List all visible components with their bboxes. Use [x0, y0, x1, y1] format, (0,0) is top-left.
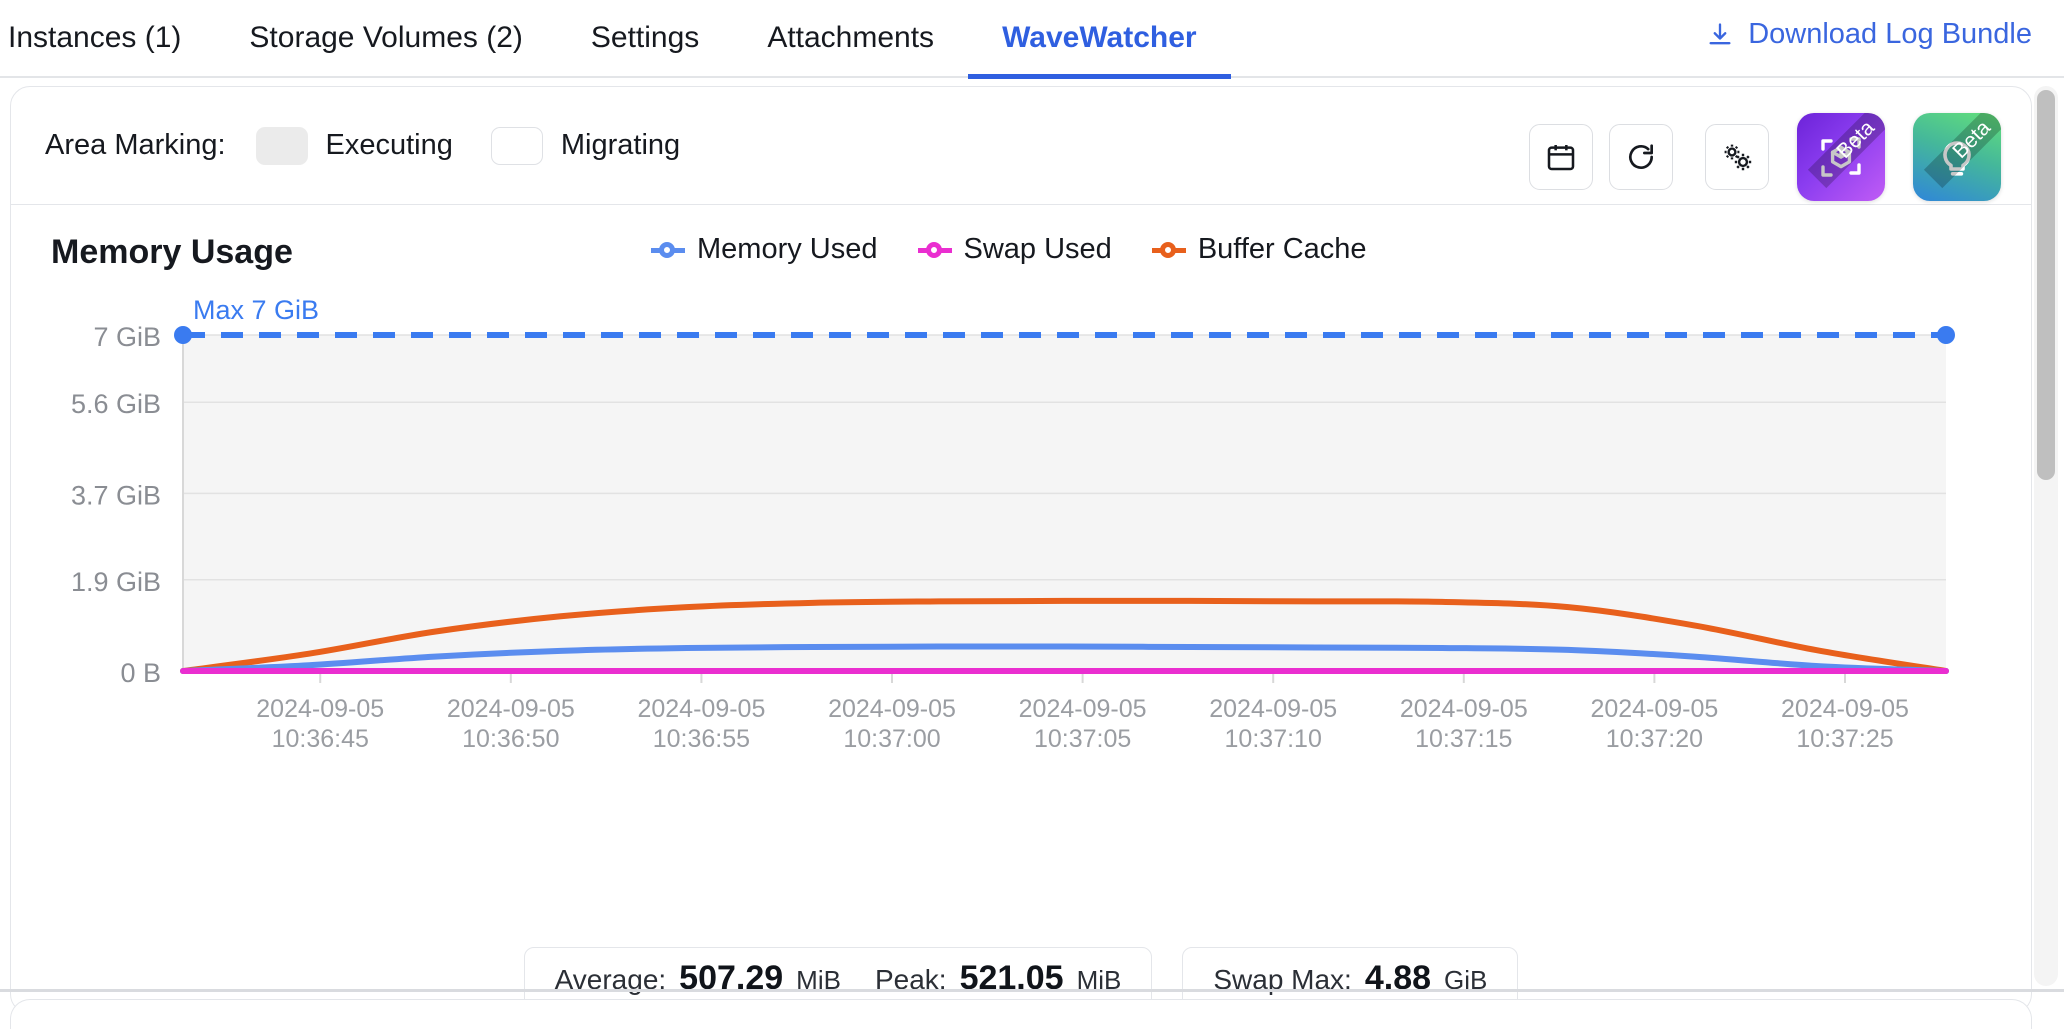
legend-label: Memory Used — [697, 233, 878, 265]
svg-text:3.7 GiB: 3.7 GiB — [71, 480, 161, 510]
tab-attachments[interactable]: Attachments — [733, 0, 968, 77]
svg-text:10:36:55: 10:36:55 — [653, 725, 750, 753]
tab-wavewatcher[interactable]: WaveWatcher — [968, 0, 1231, 79]
calendar-button[interactable] — [1529, 124, 1593, 190]
next-section-card — [10, 999, 2032, 1029]
svg-text:10:37:10: 10:37:10 — [1225, 725, 1322, 753]
svg-text:1.9 GiB: 1.9 GiB — [71, 567, 161, 597]
refresh-icon — [1629, 144, 1653, 169]
calendar-icon — [1547, 145, 1575, 171]
tab-label: Instances (1) — [8, 21, 182, 54]
page-scrollbar-thumb[interactable] — [2037, 90, 2055, 480]
legend-item-memory-used[interactable]: Memory Used — [651, 233, 878, 266]
lightbulb-icon — [1943, 141, 1971, 176]
migrating-color-swatch[interactable] — [490, 126, 543, 165]
download-log-bundle-button[interactable]: Download Log Bundle — [1706, 18, 2032, 51]
svg-text:10:37:20: 10:37:20 — [1606, 725, 1703, 753]
svg-text:10:36:50: 10:36:50 — [462, 725, 559, 753]
tab-instances[interactable]: Instances (1) — [0, 0, 215, 77]
tab-label: Settings — [590, 21, 700, 54]
svg-text:2024-09-05: 2024-09-05 — [1209, 695, 1337, 723]
settings-button[interactable] — [1705, 124, 1769, 190]
chart-svg: 7 GiB 5.6 GiB 3.7 GiB 1.9 GiB 0 B Max 7 GiB 20… — [71, 295, 1955, 753]
settings-gears-icon — [1724, 144, 1752, 171]
executing-label: Executing — [325, 129, 453, 161]
svg-text:2024-09-05: 2024-09-05 — [1400, 695, 1528, 723]
executing-color-swatch[interactable] — [255, 126, 308, 165]
legend-item-buffer-cache[interactable]: Buffer Cache — [1151, 233, 1367, 266]
tab-label: Attachments — [767, 21, 935, 54]
svg-text:2024-09-05: 2024-09-05 — [1781, 695, 1909, 723]
svg-text:10:36:45: 10:36:45 — [272, 725, 369, 753]
svg-text:2024-09-05: 2024-09-05 — [1019, 695, 1147, 723]
tab-label: WaveWatcher — [1002, 21, 1197, 54]
area-marking-label: Area Marking: — [45, 129, 226, 161]
legend-marker — [1151, 241, 1186, 259]
area-marking-migrating[interactable]: Migrating — [490, 126, 681, 165]
download-icon — [1709, 22, 1731, 44]
download-log-bundle-label: Download Log Bundle — [1748, 18, 2032, 50]
area-marking-executing[interactable]: Executing — [255, 126, 453, 165]
chart-legend: Memory Used Swap Used Buffer Cache — [651, 233, 1367, 266]
chart-toolbar: Beta Beta — [1513, 113, 2001, 201]
svg-text:7 GiB: 7 GiB — [93, 322, 161, 352]
section-divider — [0, 989, 2064, 992]
svg-text:Max 7 GiB: Max 7 GiB — [193, 295, 319, 325]
svg-text:2024-09-05: 2024-09-05 — [256, 695, 384, 723]
svg-text:10:37:15: 10:37:15 — [1415, 725, 1512, 753]
tab-settings[interactable]: Settings — [557, 0, 733, 77]
svg-text:10:37:25: 10:37:25 — [1796, 725, 1893, 753]
chart-header: Memory Usage Memory Used Swap Used Buffe… — [11, 205, 2031, 283]
svg-text:2024-09-05: 2024-09-05 — [447, 695, 575, 723]
chart-plot-area[interactable]: 7 GiB 5.6 GiB 3.7 GiB 1.9 GiB 0 B Max 7 GiB 20… — [11, 283, 2031, 883]
memory-usage-chart-panel: Memory Usage Memory Used Swap Used Buffe… — [11, 205, 2031, 885]
svg-text:2024-09-05: 2024-09-05 — [637, 695, 765, 723]
svg-text:0 B: 0 B — [120, 658, 161, 688]
svg-text:10:37:00: 10:37:00 — [843, 725, 940, 753]
legend-item-swap-used[interactable]: Swap Used — [917, 233, 1112, 266]
svg-text:2024-09-05: 2024-09-05 — [1590, 695, 1718, 723]
wavewatcher-panel: Area Marking: Executing Migrating Beta B… — [10, 86, 2032, 1014]
3d-cube-scan-icon — [1821, 137, 1861, 177]
legend-label: Swap Used — [963, 233, 1112, 265]
legend-marker — [917, 241, 952, 259]
migrating-label: Migrating — [560, 129, 681, 161]
legend-label: Buffer Cache — [1197, 233, 1367, 265]
refresh-button[interactable] — [1609, 124, 1673, 190]
3d-cube-scan-button[interactable]: Beta — [1797, 113, 1885, 201]
svg-text:2024-09-05: 2024-09-05 — [828, 695, 956, 723]
legend-marker — [651, 241, 685, 259]
tab-label: Storage Volumes (2) — [249, 21, 523, 54]
chart-controls-row: Area Marking: Executing Migrating Beta B… — [11, 87, 2031, 205]
svg-text:5.6 GiB: 5.6 GiB — [71, 389, 161, 419]
page-scrollbar[interactable] — [2034, 86, 2058, 986]
insights-button[interactable]: Beta — [1913, 113, 2001, 201]
tab-storage-volumes[interactable]: Storage Volumes (2) — [215, 0, 556, 77]
chart-title: Memory Usage — [51, 232, 293, 271]
tab-bar: Instances (1) Storage Volumes (2) Settin… — [0, 0, 2064, 79]
svg-text:10:37:05: 10:37:05 — [1034, 725, 1131, 753]
